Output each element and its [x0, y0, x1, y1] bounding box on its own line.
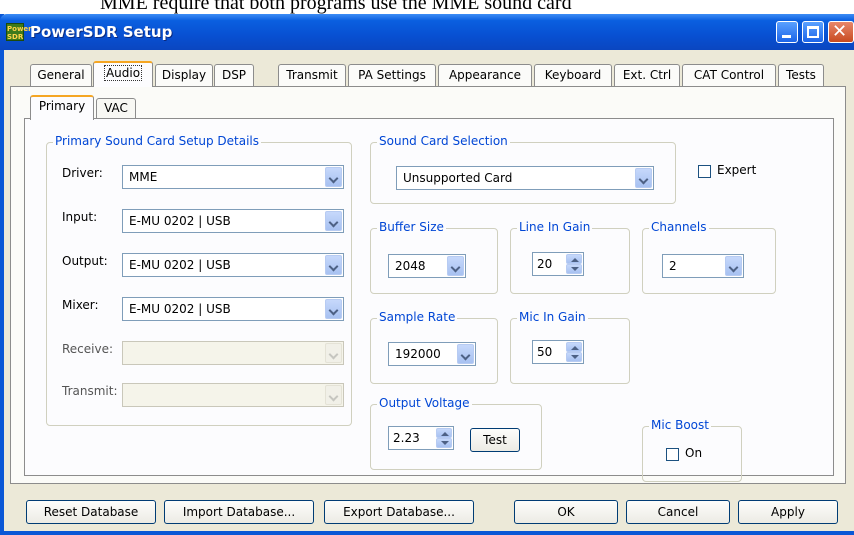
mic-boost-title: Mic Boost	[649, 418, 711, 432]
tab-general[interactable]: General	[30, 64, 92, 86]
tab-display[interactable]: Display	[155, 64, 213, 86]
reset-database-button[interactable]: Reset Database	[26, 500, 156, 524]
mic-boost-checkbox[interactable]	[666, 448, 679, 461]
spin-up-icon[interactable]	[436, 428, 452, 438]
mixer-value: E-MU 0202 | USB	[129, 302, 231, 316]
driver-select[interactable]: MME	[122, 165, 344, 189]
mixer-select[interactable]: E-MU 0202 | USB	[122, 297, 344, 321]
maximize-icon	[807, 26, 819, 38]
tab-keyboard[interactable]: Keyboard	[534, 64, 612, 86]
output-voltage-value: 2.23	[393, 431, 420, 445]
test-button[interactable]: Test	[470, 428, 520, 452]
line-in-gain-value: 20	[537, 257, 553, 271]
subtab-primary[interactable]: Primary	[30, 95, 94, 120]
mic-in-gain-value: 50	[537, 345, 553, 359]
spin-up-icon[interactable]	[566, 342, 582, 352]
window-title: PowerSDR Setup	[30, 23, 173, 41]
tab-pa-settings[interactable]: PA Settings	[348, 64, 436, 86]
minimize-icon	[782, 35, 791, 38]
expert-label: Expert	[717, 163, 757, 177]
sound-card-selection-title: Sound Card Selection	[377, 134, 510, 148]
receive-select[interactable]	[122, 341, 344, 365]
tab-cat-control[interactable]: CAT Control	[682, 64, 776, 86]
mixer-label: Mixer:	[62, 298, 99, 312]
tab-appearance[interactable]: Appearance	[438, 64, 532, 86]
minimize-button[interactable]	[776, 21, 798, 43]
background-document-text: MME require that both programs use the M…	[100, 0, 572, 14]
tab-transmit[interactable]: Transmit	[278, 64, 346, 86]
app-icon: Power SDR	[6, 23, 32, 41]
tab-ext-ctrl[interactable]: Ext. Ctrl	[614, 64, 680, 86]
driver-value: MME	[129, 170, 158, 184]
channels-value: 2	[669, 259, 677, 273]
title-bar[interactable]: Power SDR PowerSDR Setup ✕	[0, 14, 854, 50]
chevron-down-icon	[635, 168, 652, 188]
cancel-button[interactable]: Cancel	[626, 500, 730, 524]
spin-up-icon[interactable]	[566, 254, 582, 264]
apply-button[interactable]: Apply	[738, 500, 838, 524]
mic-in-gain-title: Mic In Gain	[517, 310, 588, 324]
tab-audio[interactable]: Audio	[93, 61, 153, 87]
spin-down-icon[interactable]	[436, 438, 452, 448]
output-voltage-title: Output Voltage	[377, 396, 472, 410]
buffer-size-select[interactable]: 2048	[388, 254, 466, 278]
output-voltage-spinner[interactable]: 2.23	[388, 426, 454, 450]
sound-card-value: Unsupported Card	[403, 171, 513, 185]
chevron-down-icon	[325, 343, 342, 363]
transmit-label: Transmit:	[62, 384, 118, 398]
export-database-button[interactable]: Export Database...	[324, 500, 474, 524]
chevron-down-icon	[325, 299, 342, 319]
sample-rate-title: Sample Rate	[377, 310, 458, 324]
maximize-button[interactable]	[802, 21, 824, 43]
mic-in-gain-spinner[interactable]: 50	[532, 340, 584, 364]
sample-rate-value: 192000	[395, 347, 441, 361]
chevron-down-icon	[325, 167, 342, 187]
chevron-down-icon	[457, 344, 474, 364]
buffer-size-title: Buffer Size	[377, 220, 446, 234]
close-icon: ✕	[832, 21, 848, 42]
input-value: E-MU 0202 | USB	[129, 214, 231, 228]
output-value: E-MU 0202 | USB	[129, 258, 231, 272]
expert-checkbox[interactable]	[698, 165, 711, 178]
close-button[interactable]: ✕	[828, 21, 854, 43]
spin-down-icon[interactable]	[566, 352, 582, 362]
tab-dsp[interactable]: DSP	[214, 64, 254, 86]
mic-boost-label: On	[685, 446, 703, 460]
spin-down-icon[interactable]	[566, 264, 582, 274]
driver-label: Driver:	[62, 166, 103, 180]
line-in-gain-spinner[interactable]: 20	[532, 252, 584, 276]
line-in-gain-title: Line In Gain	[517, 220, 593, 234]
sound-card-select[interactable]: Unsupported Card	[396, 166, 654, 190]
buffer-size-value: 2048	[395, 259, 426, 273]
chevron-down-icon	[447, 256, 464, 276]
channels-select[interactable]: 2	[662, 254, 744, 278]
sample-rate-select[interactable]: 192000	[388, 342, 476, 366]
input-select[interactable]: E-MU 0202 | USB	[122, 209, 344, 233]
transmit-select[interactable]	[122, 383, 344, 407]
tab-tests[interactable]: Tests	[778, 64, 824, 86]
output-label: Output:	[62, 254, 108, 268]
chevron-down-icon	[325, 385, 342, 405]
chevron-down-icon	[325, 255, 342, 275]
output-select[interactable]: E-MU 0202 | USB	[122, 253, 344, 277]
subtab-vac[interactable]: VAC	[96, 98, 136, 119]
receive-label: Receive:	[62, 342, 114, 356]
channels-title: Channels	[649, 220, 709, 234]
chevron-down-icon	[725, 256, 742, 276]
input-label: Input:	[62, 210, 98, 224]
primary-setup-title: Primary Sound Card Setup Details	[53, 134, 262, 148]
import-database-button[interactable]: Import Database...	[164, 500, 314, 524]
chevron-down-icon	[325, 211, 342, 231]
ok-button[interactable]: OK	[514, 500, 618, 524]
